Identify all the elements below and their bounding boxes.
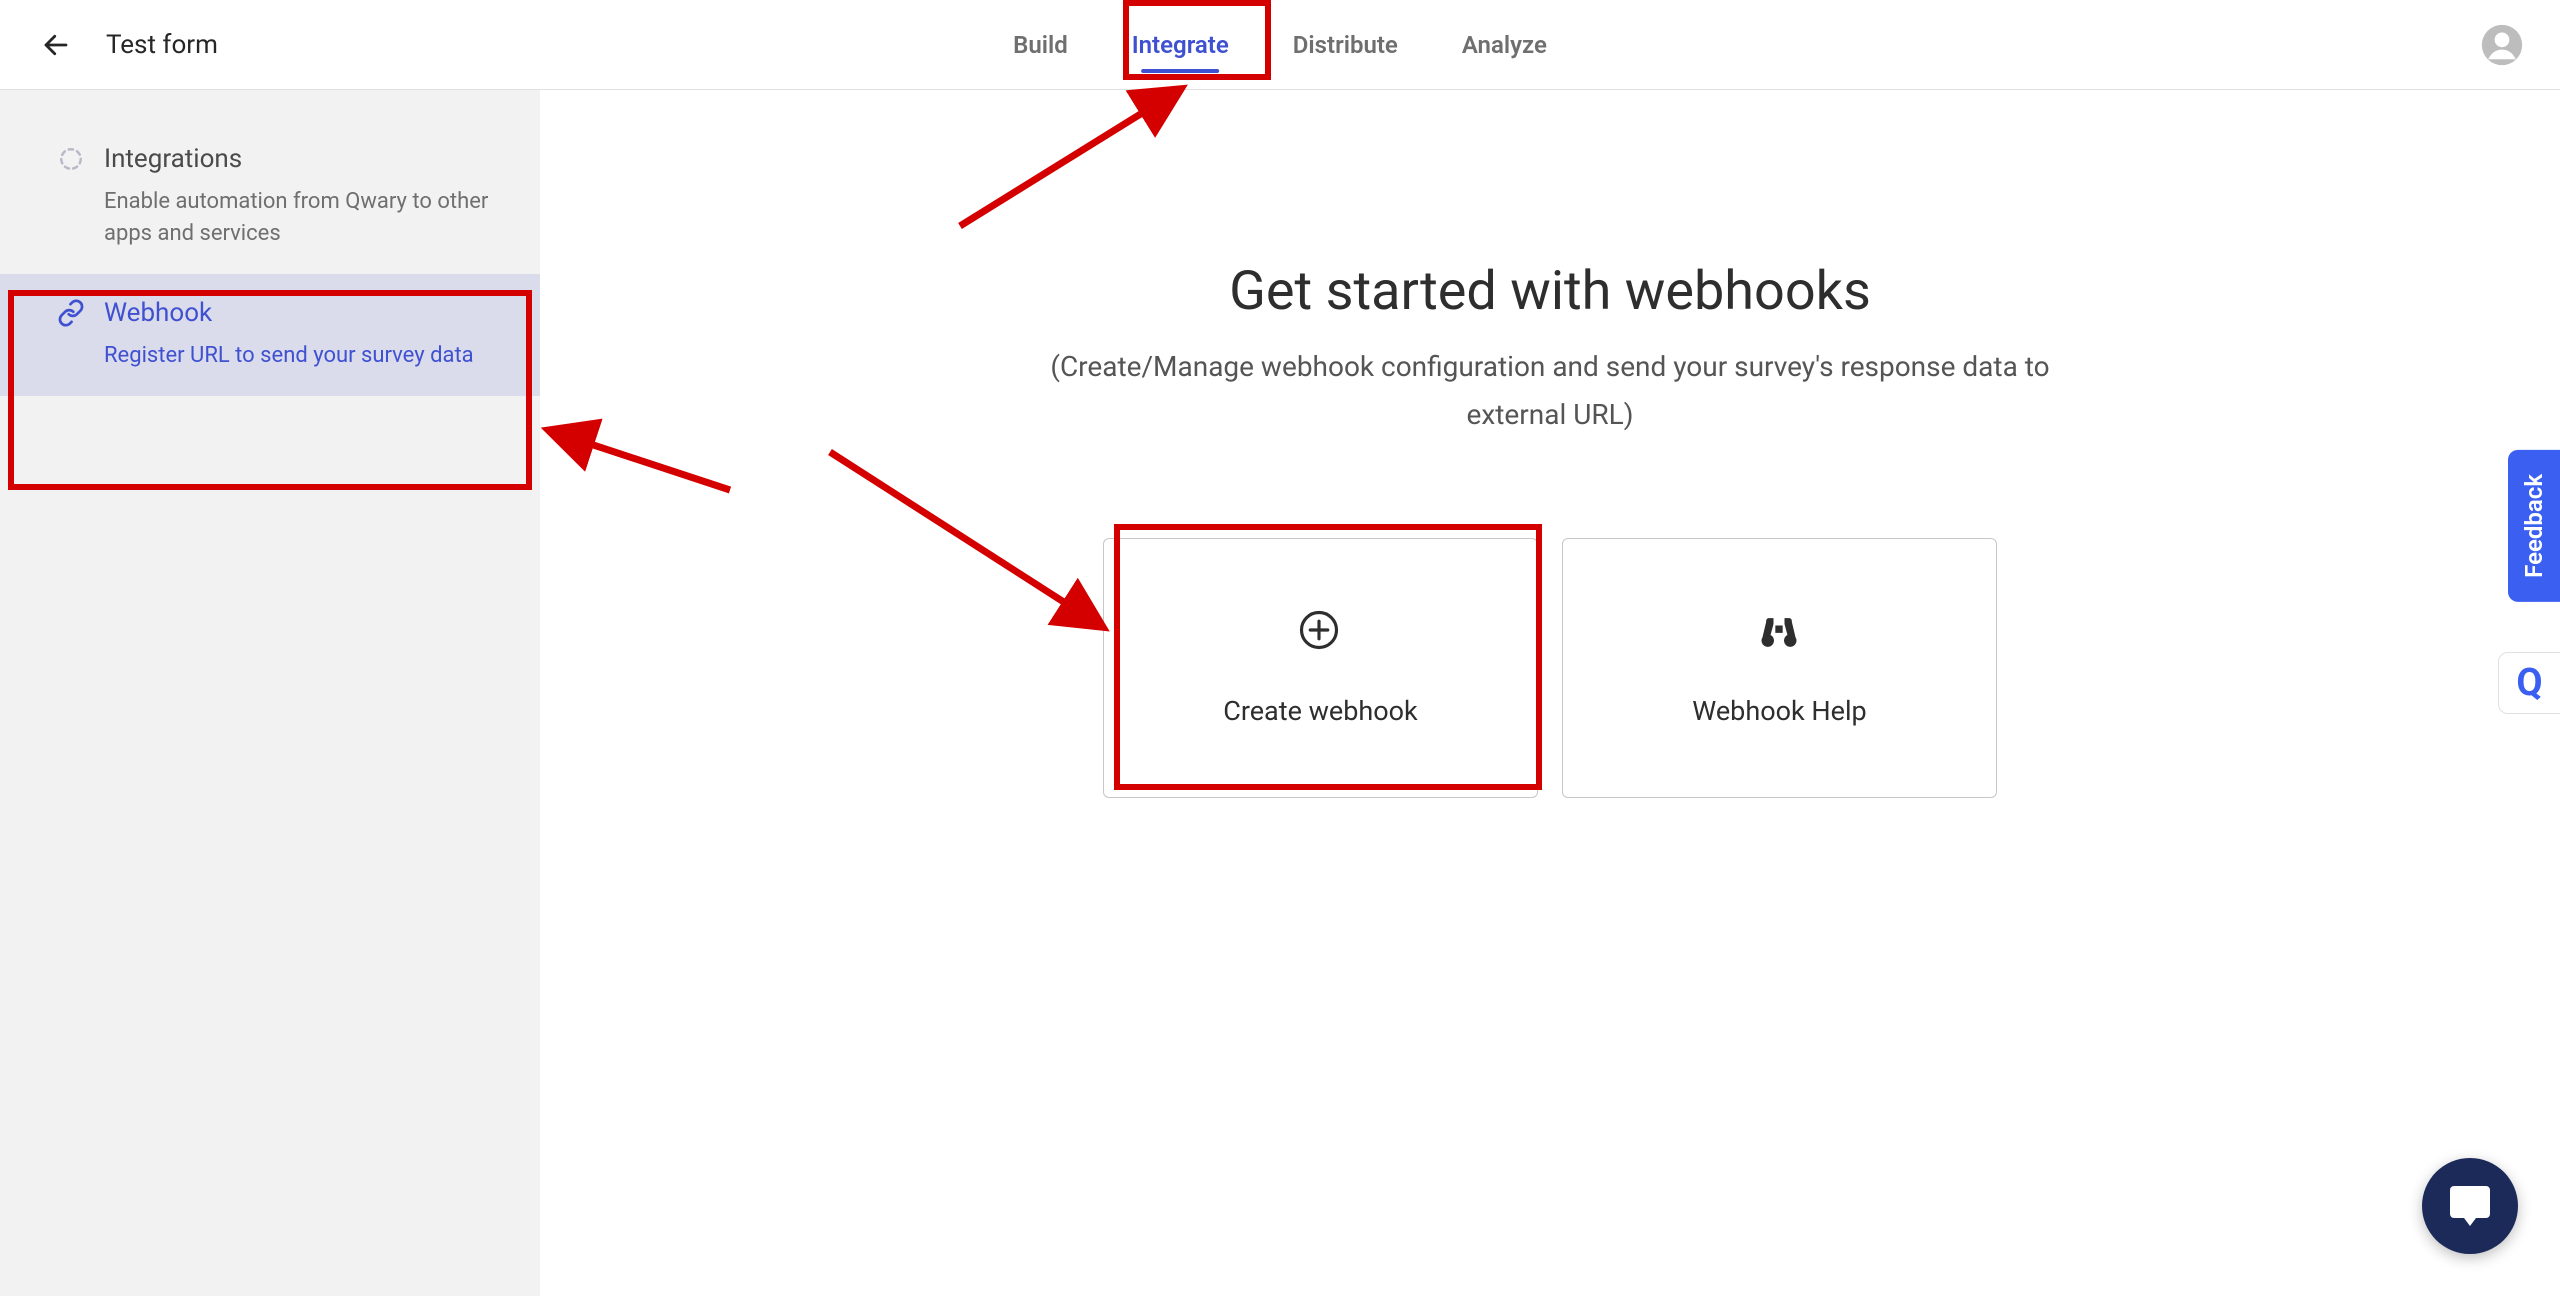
link-icon bbox=[56, 298, 86, 328]
sidebar-item-webhook[interactable]: Webhook Register URL to send your survey… bbox=[0, 274, 540, 396]
tab-build[interactable]: Build bbox=[1013, 0, 1068, 89]
header-tabs: Build Integrate Distribute Analyze bbox=[1013, 0, 1547, 89]
sidebar-item-label: Webhook bbox=[104, 298, 212, 328]
header: Test form Build Integrate Distribute Ana… bbox=[0, 0, 2560, 90]
tab-integrate[interactable]: Integrate bbox=[1132, 0, 1229, 89]
page-subtitle: (Create/Manage webhook configuration and… bbox=[1000, 343, 2100, 438]
chat-icon bbox=[2446, 1182, 2494, 1230]
feedback-tab[interactable]: Feedback bbox=[2508, 450, 2560, 602]
sidebar-item-desc: Enable automation from Qwary to other ap… bbox=[56, 186, 506, 250]
page-title: Get started with webhooks bbox=[1229, 260, 1871, 323]
sidebar-item-integrations[interactable]: Integrations Enable automation from Qwar… bbox=[0, 120, 540, 274]
chat-button[interactable] bbox=[2422, 1158, 2518, 1254]
sidebar-item-label: Integrations bbox=[104, 144, 242, 174]
sidebar-item-desc: Register URL to send your survey data bbox=[56, 340, 506, 372]
tab-distribute[interactable]: Distribute bbox=[1293, 0, 1398, 89]
webhook-help-card[interactable]: Webhook Help bbox=[1562, 538, 1997, 798]
plus-circle-icon bbox=[1298, 609, 1344, 655]
main-content: Get started with webhooks (Create/Manage… bbox=[540, 90, 2560, 1296]
create-webhook-card[interactable]: Create webhook bbox=[1103, 538, 1538, 798]
form-title: Test form bbox=[106, 30, 218, 60]
card-label: Create webhook bbox=[1223, 695, 1417, 727]
back-button[interactable] bbox=[36, 25, 76, 65]
q-tab[interactable]: Q bbox=[2498, 652, 2560, 714]
card-row: Create webhook Webhook Help bbox=[1103, 538, 1997, 798]
card-label: Webhook Help bbox=[1692, 695, 1866, 727]
spinner-icon bbox=[56, 144, 86, 174]
binoculars-icon bbox=[1757, 609, 1803, 655]
arrow-left-icon bbox=[41, 30, 71, 60]
avatar[interactable] bbox=[2480, 23, 2524, 67]
sidebar: Integrations Enable automation from Qwar… bbox=[0, 90, 540, 1296]
user-circle-icon bbox=[2480, 23, 2524, 67]
tab-analyze[interactable]: Analyze bbox=[1462, 0, 1547, 89]
